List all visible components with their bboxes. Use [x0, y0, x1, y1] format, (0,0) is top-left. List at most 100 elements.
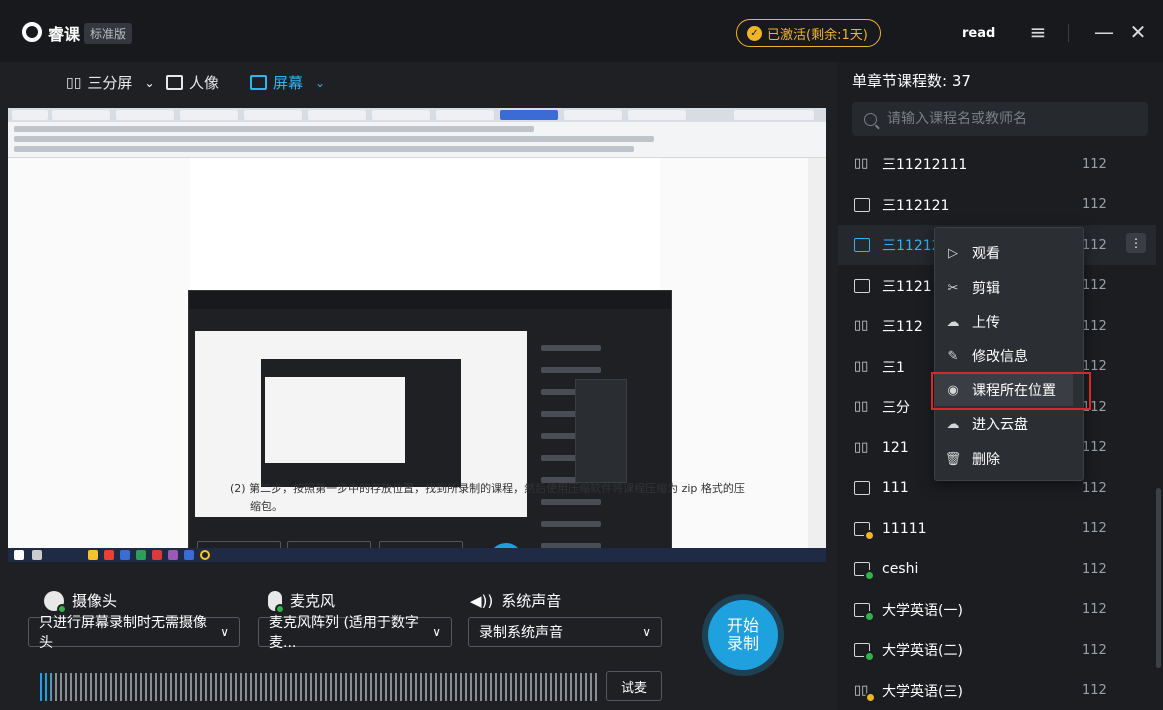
- course-row[interactable]: 大学英语(二) 112: [838, 630, 1156, 670]
- cloud-upload-icon: ☁: [946, 314, 960, 330]
- course-name: 大学英语(二): [882, 643, 963, 659]
- menu-item-modify-info[interactable]: ✎ 修改信息: [946, 346, 1028, 366]
- course-name: 三112: [882, 319, 923, 335]
- camera-icon: [44, 590, 67, 614]
- course-count: 112: [1082, 602, 1107, 617]
- course-name: 11111: [882, 520, 927, 537]
- scrollbar[interactable]: [1156, 488, 1161, 668]
- menu-item-edit[interactable]: ✂ 剪辑: [946, 278, 1000, 298]
- activation-status-button[interactable]: ✓ 已激活(剩余:1天): [736, 19, 881, 47]
- split-layout-icon: ▯▯: [66, 74, 82, 91]
- mic-label: 麦克风: [268, 590, 336, 614]
- trash-icon: 🗑: [944, 451, 962, 467]
- preview-side-toolbar: [808, 158, 826, 558]
- course-row[interactable]: 11111 112: [838, 509, 1156, 549]
- menu-item-delete[interactable]: 🗑 删除: [944, 449, 1000, 469]
- camera-label: 摄像头: [44, 590, 118, 614]
- edition-badge: 标准版: [84, 23, 133, 44]
- course-count: 112: [1082, 318, 1107, 334]
- upload-badge-icon: [864, 529, 875, 541]
- split-layout-icon: ▯▯: [854, 318, 869, 333]
- mode-split-screen[interactable]: ▯▯ 三分屏 ⌄: [66, 72, 155, 93]
- hamburger-icon[interactable]: ≡: [1024, 18, 1052, 46]
- course-name: ceshi: [882, 561, 919, 577]
- menu-item-edit-label: 剪辑: [972, 281, 1000, 297]
- upload-badge-icon: [865, 691, 876, 703]
- activation-label: 已激活(剩余:1天): [767, 27, 868, 43]
- app-name: 睿课: [48, 25, 81, 44]
- more-options-icon[interactable]: ⋮: [1126, 233, 1146, 253]
- start-label-1: 开始: [726, 616, 759, 635]
- course-name: 三1: [882, 359, 905, 376]
- mic-level-fill: [40, 673, 52, 701]
- course-count: 112: [1082, 156, 1107, 172]
- start-label-2: 录制: [726, 634, 759, 653]
- course-name: 大学英语(三): [882, 683, 963, 700]
- username[interactable]: read: [962, 26, 995, 41]
- menu-item-watch-label: 观看: [972, 246, 1000, 262]
- mode-portrait[interactable]: 人像: [166, 72, 219, 93]
- preview-ribbon: [8, 122, 826, 158]
- split-layout-icon: ▯▯: [854, 156, 869, 171]
- course-row[interactable]: ▯▯ 三11212111 112: [838, 144, 1156, 184]
- screen-icon: [854, 238, 870, 252]
- chevron-down-icon: ⌄: [315, 75, 326, 90]
- close-icon[interactable]: ✕: [1124, 18, 1152, 46]
- play-icon: ▷: [948, 245, 958, 261]
- camera-select-value: 只进行屏幕录制时无需摄像头: [39, 615, 207, 651]
- split-icon-uploading: ▯▯: [854, 683, 876, 703]
- split-layout-icon: ▯▯: [854, 439, 869, 455]
- preview-doc-text: (2) 第二步，按照第一步中的存放位置，找到所录制的课程，然后使用压缩软件将课程…: [230, 482, 745, 495]
- mic-select[interactable]: 麦克风阵列 (适用于数字麦... ∨: [258, 615, 452, 651]
- menu-item-upload-label: 上传: [972, 315, 1000, 331]
- course-row[interactable]: 大学英语(一) 112: [838, 590, 1156, 630]
- course-row[interactable]: ▯▯ 大学英语(三) 112: [838, 671, 1156, 710]
- course-row[interactable]: 三112121 112: [838, 185, 1156, 225]
- mic-label-text: 麦克风: [290, 592, 336, 610]
- screen-icon: [854, 481, 870, 495]
- split-layout-icon: ▯▯: [854, 399, 869, 414]
- chevron-down-icon: ⌄: [144, 75, 155, 90]
- menu-item-upload[interactable]: ☁ 上传: [946, 312, 1001, 332]
- preview-browser-tabs: [8, 108, 826, 122]
- scissors-icon: ✂: [947, 280, 959, 296]
- search-box[interactable]: [852, 102, 1148, 136]
- divider: [1068, 24, 1069, 42]
- course-name: 111: [882, 480, 909, 496]
- course-row[interactable]: ceshi 112: [838, 549, 1156, 589]
- course-name: 三11212111: [882, 157, 968, 173]
- search-input[interactable]: [887, 111, 1127, 127]
- preview-doc-text-2: 缩包。: [250, 500, 283, 513]
- course-name: 三1121: [882, 278, 932, 295]
- course-name: 三分: [882, 400, 910, 416]
- portrait-icon: [166, 75, 183, 90]
- preview-nested-window: [188, 290, 672, 562]
- system-sound-select[interactable]: 录制系统声音 ∨: [468, 617, 662, 647]
- menu-item-watch[interactable]: ▷ 观看: [946, 243, 1000, 263]
- camera-label-text: 摄像头: [72, 592, 118, 610]
- search-icon: [864, 112, 877, 126]
- minimize-icon[interactable]: —: [1090, 18, 1118, 46]
- mode-portrait-label: 人像: [189, 74, 220, 92]
- title-bar: 睿课 标准版 ✓ 已激活(剩余:1天) read ≡ — ✕: [0, 0, 1163, 62]
- course-count: 112: [1082, 237, 1107, 253]
- start-recording-button[interactable]: 开始 录制: [708, 600, 778, 670]
- mode-screen[interactable]: 屏幕 ⌄: [250, 72, 325, 93]
- course-count: 112: [1082, 440, 1107, 455]
- screen-icon-uploaded: [854, 602, 875, 622]
- crown-icon: ✓: [747, 25, 762, 41]
- chevron-down-icon: ∨: [220, 625, 229, 639]
- pencil-icon: ✎: [947, 348, 959, 364]
- system-sound-label-text: 系统声音: [501, 592, 562, 610]
- course-name: 三112121: [882, 197, 950, 214]
- course-count: 112: [1082, 480, 1107, 496]
- camera-select[interactable]: 只进行屏幕录制时无需摄像头 ∨: [28, 615, 240, 651]
- preview-taskbar: [8, 548, 826, 562]
- test-mic-button[interactable]: 试麦: [606, 671, 662, 701]
- screen-icon-uploaded: [854, 643, 875, 662]
- screen-preview: (2) 第二步，按照第一步中的存放位置，找到所录制的课程，然后使用压缩软件将课程…: [8, 108, 826, 562]
- chevron-down-icon: ∨: [642, 625, 651, 639]
- menu-item-cloud-drive[interactable]: ☁ 进入云盘: [946, 414, 1029, 434]
- course-name: 121: [882, 439, 909, 456]
- screen-icon-uploaded: [854, 562, 875, 581]
